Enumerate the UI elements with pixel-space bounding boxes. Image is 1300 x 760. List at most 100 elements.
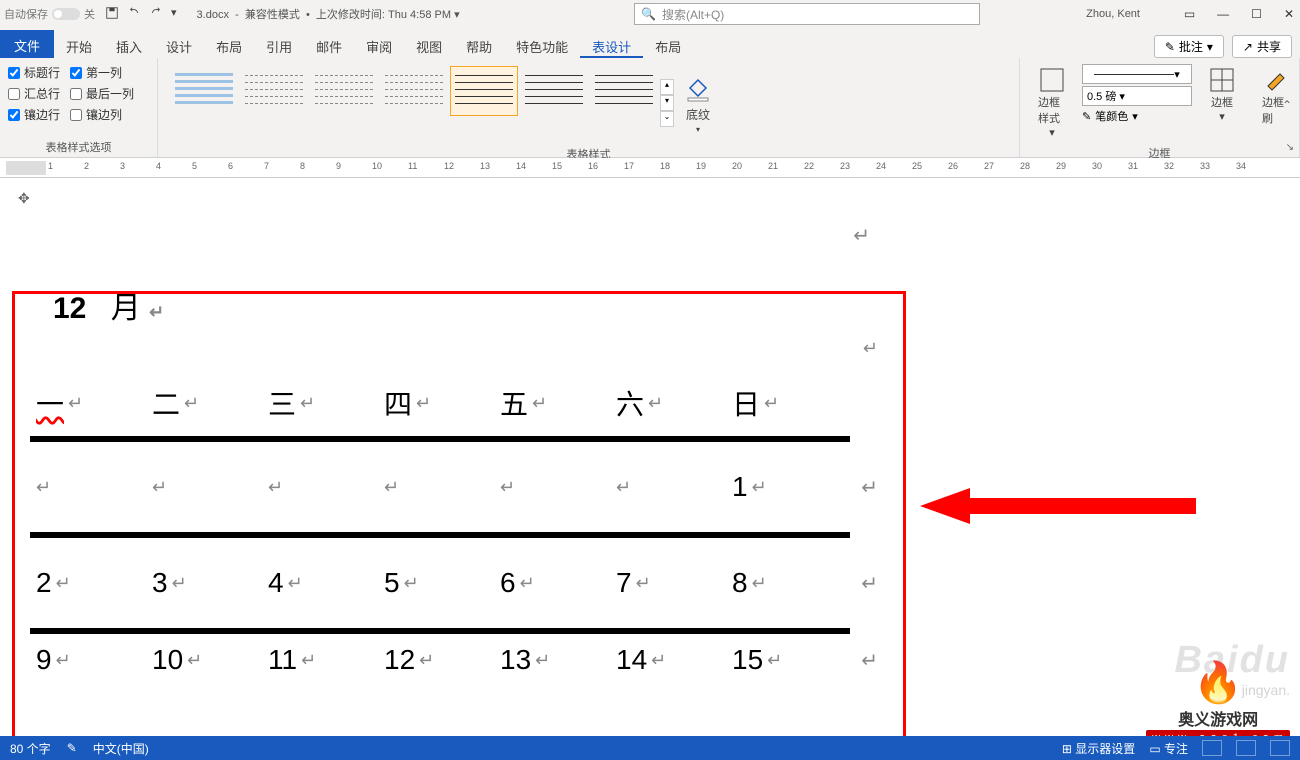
tab-table-design[interactable]: 表设计 [580,32,643,58]
tab-special[interactable]: 特色功能 [504,32,580,58]
undo-icon[interactable] [127,6,141,23]
day-cell: ↵ [262,477,378,498]
ribbon-mode-icon[interactable]: ▭ [1184,7,1195,21]
statusbar: 80 个字 ✎ 中文(中国) ⊞ 显示器设置 ▭ 专注 [0,736,1300,760]
check-first-col[interactable]: 第一列 [70,64,122,81]
search-input[interactable]: 🔍 搜索(Alt+Q) [634,3,980,25]
tab-mailings[interactable]: 邮件 [304,32,354,58]
paragraph-mark-icon: ↵ [861,648,878,673]
check-last-col[interactable]: 最后一列 [70,85,134,102]
document-content[interactable]: 12 月 ↵ [0,178,1300,327]
style-thumb[interactable] [380,66,448,116]
view-web-icon[interactable] [1270,740,1290,756]
day-cell: ↵ [378,477,494,498]
document-info: 3.docx - 兼容性模式 • 上次修改时间: Thu 4:58 PM ▾ [197,6,460,22]
gallery-more-icon[interactable]: ⌄ [660,111,674,127]
table-styles-gallery[interactable]: ▴▾⌄ 底纹 ▾ [166,62,1011,144]
border-painter-button[interactable]: 边框刷 [1252,62,1300,143]
check-header-row[interactable]: 标题行 [8,64,60,81]
weekday-cell: 日↵ [726,383,842,423]
style-thumb[interactable] [240,66,308,116]
tab-home[interactable]: 开始 [54,32,104,58]
style-thumb-selected[interactable] [450,66,518,116]
compat-mode: 兼容性模式 [245,9,300,21]
qat-dropdown-icon[interactable]: ▾ [171,6,177,23]
quick-access-toolbar: ▾ [105,6,177,23]
paragraph-mark-icon: ↵ [863,338,878,359]
focus-mode[interactable]: ▭ 专注 [1149,740,1188,757]
group-borders: 边框样式▾ ▾ 0.5 磅 ▾ ✎ 笔颜色 ▾ 边框▾ 边框刷 边框 [1020,58,1300,157]
table-row: ↵ ↵ ↵ ↵ ↵ ↵ 1↵ ↵ [30,442,850,532]
weekday-cell: 五↵ [494,383,610,423]
maximize-icon[interactable]: ☐ [1251,7,1262,21]
ribbon-tabs: 文件 开始 插入 设计 布局 引用 邮件 审阅 视图 帮助 特色功能 表设计 布… [0,28,1300,58]
border-style-button[interactable]: 边框样式▾ [1028,62,1076,143]
word-count[interactable]: 80 个字 [10,740,51,757]
language-status[interactable]: 中文(中国) [93,740,149,757]
tab-file[interactable]: 文件 [0,30,54,58]
ribbon: 标题行 第一列 汇总行 最后一列 镶边行 镶边列 表格样式选项 ▴▾⌄ [0,58,1300,158]
tab-insert[interactable]: 插入 [104,32,154,58]
tab-review[interactable]: 审阅 [354,32,404,58]
close-icon[interactable]: ✕ [1284,7,1294,21]
day-cell: 6↵ [494,567,610,599]
day-cell: ↵ [494,477,610,498]
style-thumb[interactable] [170,66,238,116]
day-cell: ↵ [610,477,726,498]
check-banded-rows[interactable]: 镶边行 [8,106,60,123]
ribbon-launcher-icon[interactable]: ↘ [1286,142,1294,153]
gallery-scroll[interactable]: ▴▾⌄ [660,66,674,140]
paragraph-mark-icon: ↵ [149,302,164,322]
day-cell: 12↵ [378,644,494,676]
share-button[interactable]: ↗ 共享 [1232,35,1292,58]
border-icon [1208,66,1236,94]
search-placeholder: 搜索(Alt+Q) [662,6,724,23]
chevron-up-icon[interactable]: ▴ [660,79,674,95]
tab-design[interactable]: 设计 [154,32,204,58]
view-read-icon[interactable] [1202,740,1222,756]
weekday-cell: 一↵ [30,383,146,423]
style-thumb[interactable] [520,66,588,116]
weekday-cell: 三↵ [262,383,378,423]
autosave-state: 关 [84,6,95,22]
pen-width-select[interactable]: 0.5 磅 ▾ [1082,86,1192,106]
tab-view[interactable]: 视图 [404,32,454,58]
search-icon: 🔍 [641,7,656,21]
tab-table-layout[interactable]: 布局 [643,32,693,58]
minimize-icon[interactable]: — [1217,7,1229,21]
style-thumb[interactable] [310,66,378,116]
proofing-icon[interactable]: ✎ [67,741,77,755]
display-settings[interactable]: ⊞ 显示器设置 [1062,740,1135,757]
chevron-down-icon[interactable]: ▾ [660,95,674,111]
collapse-ribbon-icon[interactable]: ⌃ [1282,98,1292,112]
autosave-toggle[interactable]: 自动保存 关 [4,6,95,22]
calendar-table[interactable]: ↵ 一↵ 二↵ 三↵ 四↵ 五↵ 六↵ 日↵ ↵ ↵ ↵ ↵ ↵ ↵ 1↵ ↵ … [30,378,850,686]
tab-help[interactable]: 帮助 [454,32,504,58]
view-print-icon[interactable] [1236,740,1256,756]
window-controls: ▭ — ☐ ✕ [1184,7,1294,21]
shading-button[interactable]: 底纹 ▾ [676,66,720,140]
paragraph-mark-icon: ↵ [853,223,870,248]
border-button[interactable]: 边框▾ [1198,62,1246,143]
save-icon[interactable] [105,6,119,23]
day-cell: 4↵ [262,567,378,599]
check-total-row[interactable]: 汇总行 [8,85,60,102]
annotation-arrow [920,486,1200,531]
last-modified-label: 上次修改时间: [316,9,385,21]
tab-layout[interactable]: 布局 [204,32,254,58]
comments-button[interactable]: ✎ 批注 ▾ [1154,35,1224,58]
document-area[interactable]: ✥ ↵ 12 月 ↵ ↵ 一↵ 二↵ 三↵ 四↵ 五↵ 六↵ 日↵ ↵ ↵ ↵ … [0,178,1300,738]
last-modified-value: Thu 4:58 PM [388,9,451,21]
table-move-handle-icon[interactable]: ✥ [18,190,30,207]
day-cell: 15↵ [726,644,842,676]
pen-color-button[interactable]: ✎ 笔颜色 ▾ [1082,108,1192,124]
check-banded-cols[interactable]: 镶边列 [70,106,122,123]
user-name[interactable]: Zhou, Kent [1086,8,1140,20]
site-logo: 🔥 奥义游戏网 w w w . a o e 1 . c o m [1146,659,1290,746]
tab-references[interactable]: 引用 [254,32,304,58]
border-line-style-select[interactable]: ▾ [1082,64,1192,84]
weekday-cell: 六↵ [610,383,726,423]
style-thumb[interactable] [590,66,658,116]
horizontal-ruler[interactable]: 1234567891011121314151617181920212223242… [0,158,1300,178]
redo-icon[interactable] [149,6,163,23]
